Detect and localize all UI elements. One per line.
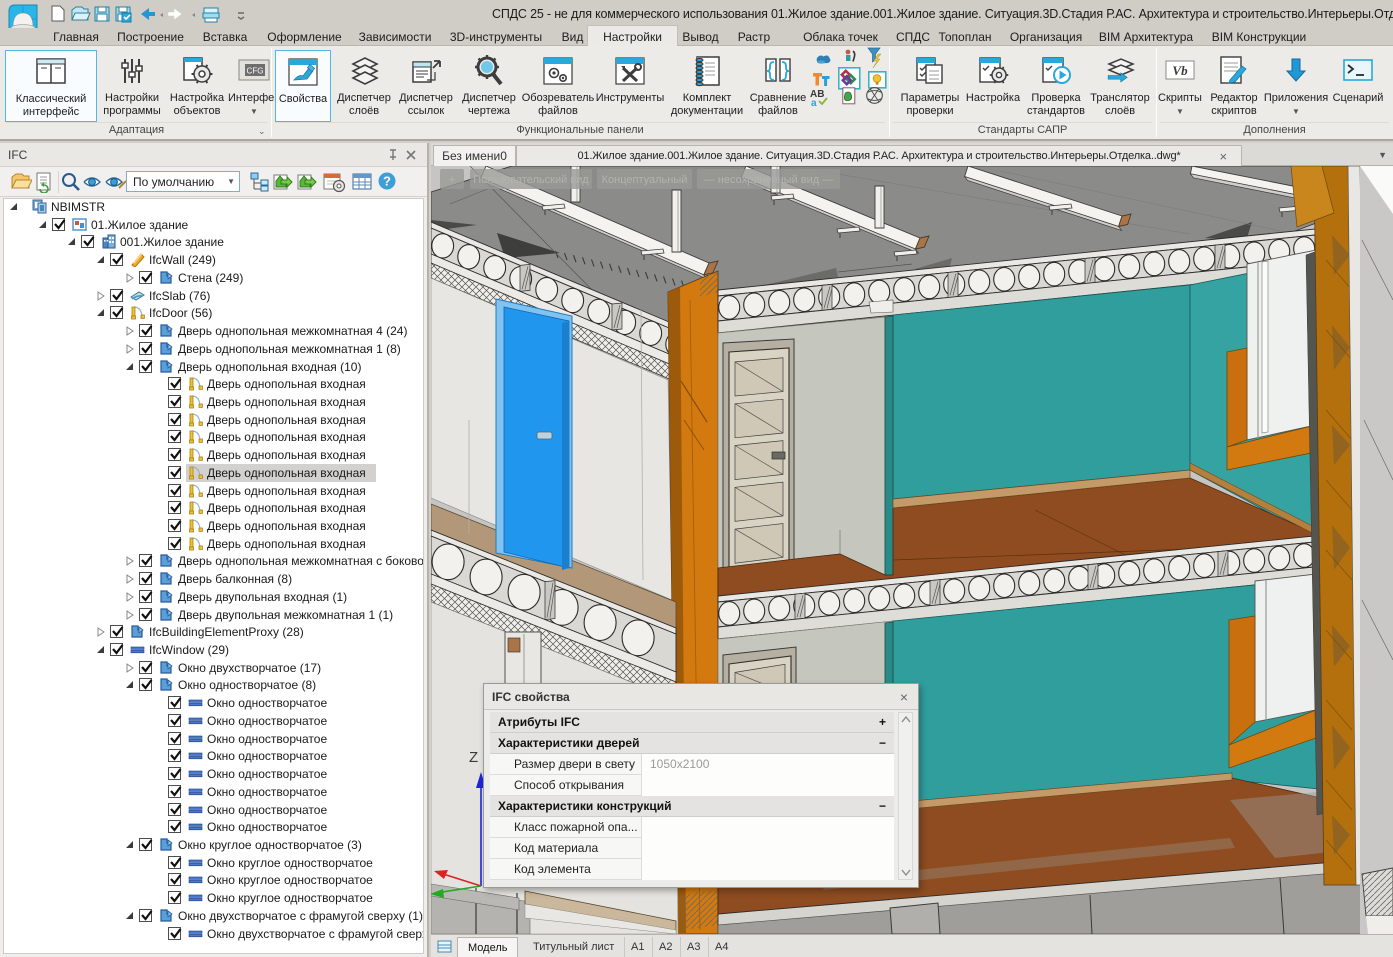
- svg-text:CFG: CFG: [247, 67, 264, 76]
- svg-text:?: ?: [383, 174, 391, 189]
- svg-text:— несохраненный вид —: — несохраненный вид —: [704, 174, 834, 186]
- svg-text:+: +: [449, 174, 455, 186]
- svg-text:a: a: [811, 98, 817, 108]
- svg-text:Z: Z: [469, 749, 478, 766]
- svg-text:Vb: Vb: [1172, 63, 1188, 78]
- svg-text:Пользовательский вид: Пользовательский вид: [473, 174, 589, 186]
- svg-text:Концептуальный: Концептуальный: [602, 174, 688, 186]
